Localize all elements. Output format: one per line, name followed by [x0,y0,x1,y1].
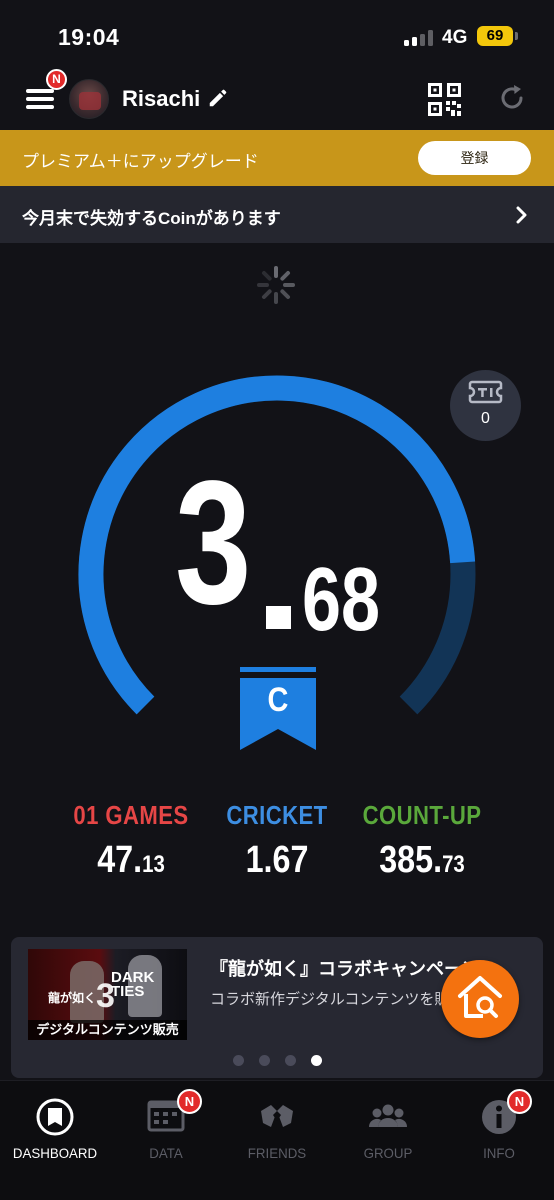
thumb-caption: デジタルコンテンツ販売 [28,1020,187,1040]
status-bar: 19:04 4G 69 [0,0,554,70]
nav-item-data[interactable]: N DATA [111,1089,221,1161]
nav-label: DASHBOARD [12,1145,98,1161]
network-type: 4G [442,27,468,48]
coin-expiry-notice[interactable]: 今月末で失効するCoinがあります [0,186,554,243]
home-search-icon [458,976,502,1018]
nav-item-group[interactable]: GROUP [333,1091,443,1161]
rating-decimal-point [266,606,291,629]
rating-integer: 3 [175,445,251,641]
premium-banner: プレミアム＋にアップグレード 登録 [0,130,554,186]
stat-label: 01 GAMES [73,800,189,830]
campaign-title: 『龍が如く』コラボキャンペーン [210,959,480,979]
menu-badge: N [46,69,67,90]
stat-label: COUNT-UP [362,800,482,830]
carousel-dot-active[interactable] [311,1055,322,1066]
thumb-title-left: 龍が如く [48,991,97,1005]
username[interactable]: Risachi [122,86,200,112]
campaign-subtitle: コラボ新作デジタルコンテンツを販売 [210,991,465,1008]
stat-label: CRICKET [226,800,328,830]
rating-class: C [267,681,289,719]
stat-count-up[interactable]: COUNT-UP 385.73 [332,800,512,879]
battery-tip [515,32,518,40]
app-header: N Risachi [0,69,554,130]
battery-icon: 69 [477,26,513,46]
signal-icon [404,30,434,46]
campaign-thumbnail: 龍が如く 3 DARK TIES デジタルコンテンツ販売 [28,949,187,1040]
dashboard-icon [36,1098,74,1136]
carousel-dot[interactable] [259,1055,270,1066]
pencil-icon[interactable] [207,87,229,109]
shop-search-button[interactable] [441,960,519,1038]
rating-decimal: 68 [302,550,381,650]
stat-value: 47.13 [97,839,165,881]
status-time: 19:04 [58,24,120,50]
carousel-dots [233,1053,337,1066]
gauge-fill [78,375,476,715]
qr-code-icon[interactable] [428,83,461,116]
bottom-nav: DASHBOARD N DATA FRIENDS GROUP N INFO [0,1080,554,1200]
stat-value: 1.67 [245,839,309,881]
group-icon [368,1104,408,1127]
nav-label: FRIENDS [247,1145,307,1161]
nav-label: DATA [149,1145,183,1161]
refresh-icon[interactable] [497,83,527,113]
thumb-title-right: DARK TIES [111,969,155,1000]
nav-item-dashboard[interactable]: DASHBOARD [0,1091,110,1161]
nav-item-info[interactable]: N INFO [444,1089,554,1161]
chevron-right-icon [516,206,527,224]
nav-label: INFO [483,1145,515,1161]
coin-notice-text: 今月末で失効するCoinがあります [22,209,281,228]
friends-icon [261,1105,293,1127]
menu-button[interactable] [26,86,54,112]
register-button[interactable]: 登録 [418,141,531,175]
nav-badge: N [177,1089,202,1114]
carousel-dot[interactable] [233,1055,244,1066]
nav-badge: N [507,1089,532,1114]
nav-label: GROUP [363,1145,413,1161]
carousel-dot[interactable] [285,1055,296,1066]
avatar[interactable] [69,79,109,119]
stat-value: 385.73 [379,839,465,881]
loading-spinner-icon [257,266,295,304]
premium-text: プレミアム＋にアップグレード [22,152,259,171]
nav-item-friends[interactable]: FRIENDS [222,1091,332,1161]
